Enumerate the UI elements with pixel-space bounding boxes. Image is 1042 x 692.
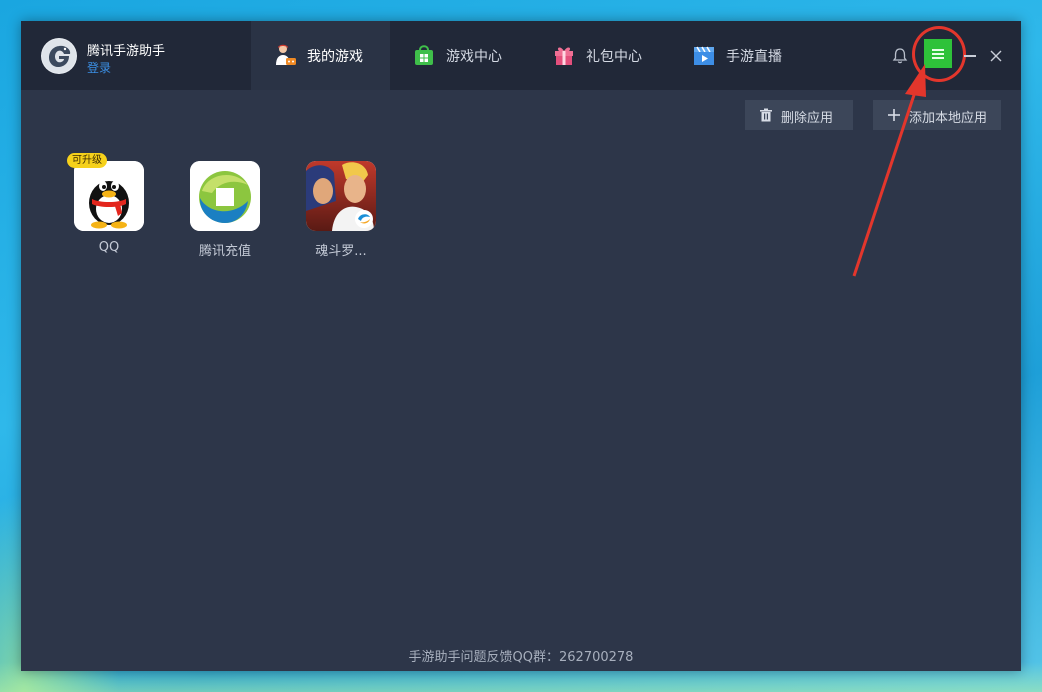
tab-live-stream[interactable]: 手游直播 — [670, 21, 810, 90]
tab-gift-center[interactable]: 礼包中心 — [530, 21, 670, 90]
app-window: 腾讯手游助手 登录 我的游戏 游戏中心 礼包中心 手游直播 删除应用 添加本地应… — [21, 21, 1021, 671]
app-name-label: 魂斗罗... — [315, 244, 367, 259]
plus-icon — [887, 108, 901, 122]
add-local-app-label: 添加本地应用 — [909, 111, 988, 126]
delete-app-button[interactable]: 删除应用 — [745, 100, 853, 130]
shop-bag-icon — [412, 43, 436, 67]
bell-icon[interactable] — [891, 47, 909, 65]
add-local-app-button[interactable]: 添加本地应用 — [873, 100, 1001, 130]
app-name-label: QQ — [98, 240, 120, 255]
title-bar: 腾讯手游助手 登录 我的游戏 游戏中心 礼包中心 手游直播 — [21, 21, 1021, 90]
tab-game-center[interactable]: 游戏中心 — [390, 21, 530, 90]
tab-label: 手游直播 — [726, 49, 782, 65]
minimize-button[interactable] — [962, 47, 978, 63]
user-games-icon — [273, 43, 297, 67]
tencent-recharge-icon — [190, 161, 260, 231]
app-name: 腾讯手游助手 — [87, 44, 166, 59]
tab-label: 礼包中心 — [586, 49, 642, 65]
qq-penguin-icon — [74, 161, 144, 231]
app-tile-contra[interactable]: 魂斗罗... — [286, 161, 396, 261]
close-icon — [990, 50, 1002, 62]
app-tile-qq[interactable]: QQ — [54, 161, 164, 261]
annotation-highlight-circle — [912, 26, 966, 82]
trash-icon — [759, 108, 773, 122]
minimize-icon — [964, 55, 976, 57]
contra-game-icon — [306, 161, 376, 231]
tab-label: 我的游戏 — [307, 49, 363, 65]
app-name-label: 腾讯充值 — [198, 244, 251, 259]
login-link[interactable]: 登录 — [87, 59, 111, 76]
gift-icon — [552, 43, 576, 67]
upgrade-badge: 可升级 — [67, 153, 107, 168]
delete-app-label: 删除应用 — [781, 111, 834, 126]
tab-label: 游戏中心 — [446, 49, 502, 65]
tab-my-games[interactable]: 我的游戏 — [251, 21, 390, 90]
feedback-footer: 手游助手问题反馈QQ群：262700278 — [408, 650, 634, 665]
app-tile-tencent-recharge[interactable]: 腾讯充值 — [170, 161, 280, 261]
tencent-assistant-logo — [41, 38, 77, 74]
video-play-icon — [692, 43, 716, 67]
close-button[interactable] — [987, 47, 1005, 65]
